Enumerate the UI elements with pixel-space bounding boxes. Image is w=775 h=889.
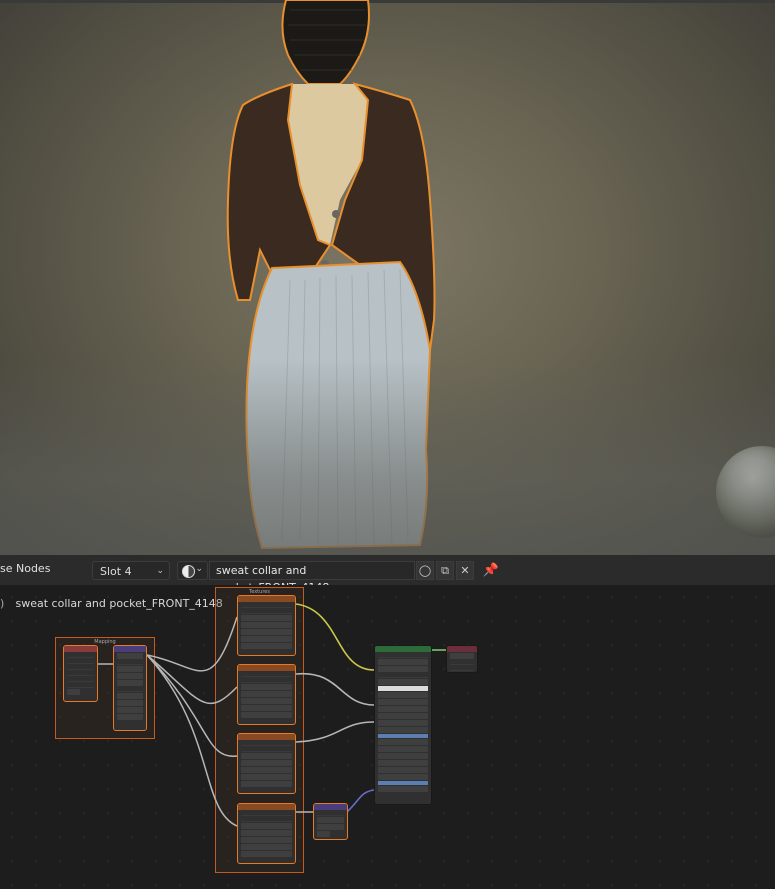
- image-texture-node[interactable]: [237, 664, 296, 725]
- slot-select-value: Slot 4: [100, 565, 132, 578]
- material-name-field[interactable]: sweat collar and pocket_FRONT_4148: [209, 561, 415, 594]
- node-header: [314, 804, 347, 810]
- node-header: [447, 646, 477, 652]
- node-header: [64, 646, 97, 652]
- chevron-down-icon: ⌄: [156, 566, 164, 576]
- image-texture-node[interactable]: [237, 803, 296, 864]
- principled-bsdf-node[interactable]: [374, 645, 432, 805]
- breadcrumb: ) sweat collar and pocket_FRONT_4148: [0, 597, 223, 610]
- material-output-node[interactable]: [446, 645, 478, 673]
- fake-user-shield-icon[interactable]: ◯: [416, 561, 434, 580]
- slot-select[interactable]: Slot 4 ⌄: [92, 561, 170, 580]
- material-icon: ): [0, 597, 5, 610]
- node-header: [238, 734, 295, 740]
- hdri-preview-sphere: [716, 446, 775, 538]
- pin-icon[interactable]: 📌: [482, 561, 500, 580]
- node-header: [114, 646, 146, 652]
- image-texture-node[interactable]: [237, 733, 296, 794]
- texture-coordinate-node[interactable]: [63, 645, 98, 702]
- close-icon[interactable]: ✕: [456, 561, 474, 580]
- normal-map-node[interactable]: [313, 803, 348, 840]
- character-model[interactable]: [0, 0, 775, 555]
- mapping-node[interactable]: [113, 645, 147, 731]
- node-header: [238, 596, 295, 602]
- breadcrumb-label: sweat collar and pocket_FRONT_4148: [15, 597, 223, 610]
- chevron-down-icon: ⌄: [195, 564, 203, 574]
- browse-material-button[interactable]: ⌄: [177, 561, 208, 580]
- duplicate-icon[interactable]: ⧉: [436, 561, 454, 580]
- node-header: [238, 665, 295, 671]
- editor-type-label[interactable]: se Nodes: [0, 562, 50, 575]
- material-sphere-icon: [182, 565, 195, 578]
- 3d-viewport[interactable]: [0, 0, 775, 555]
- node-header: [375, 646, 431, 652]
- image-texture-node[interactable]: [237, 595, 296, 656]
- node-header: [238, 804, 295, 810]
